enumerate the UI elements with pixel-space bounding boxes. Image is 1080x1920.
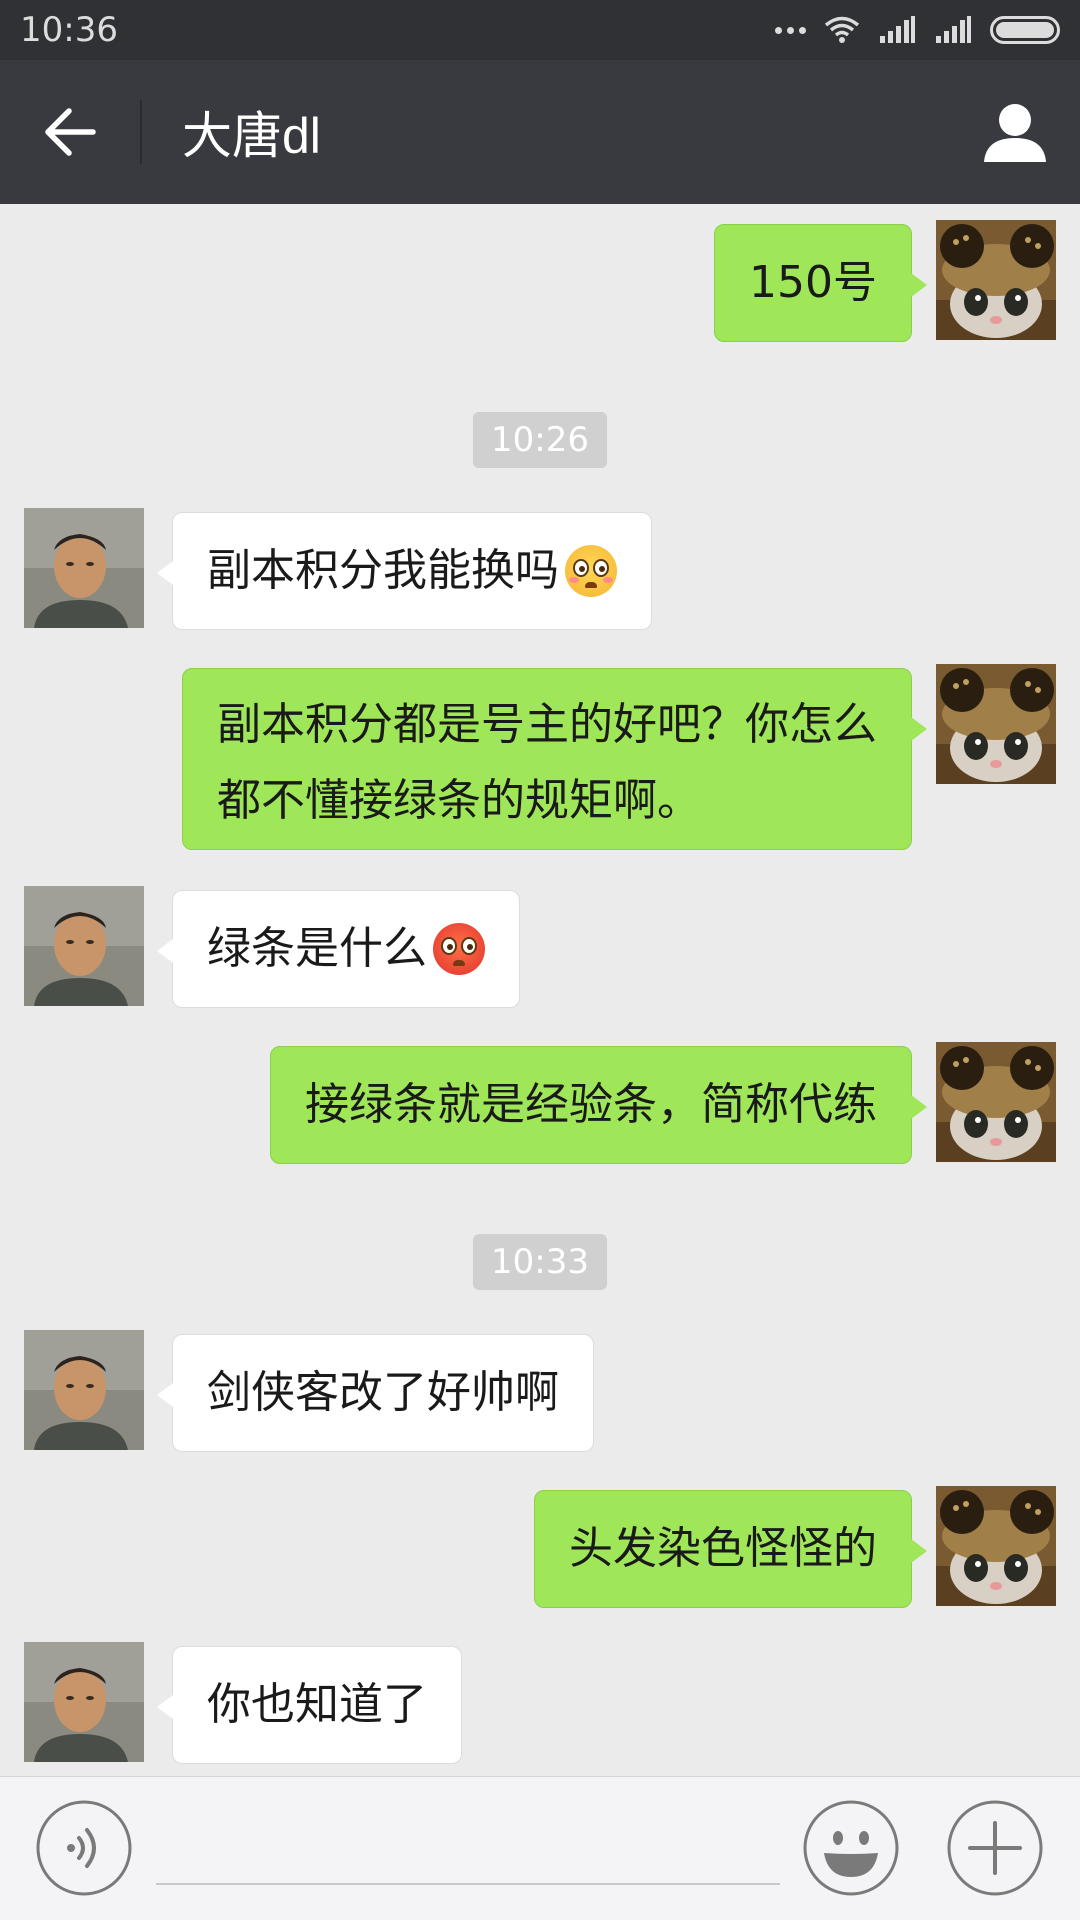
message-text: 150号 <box>749 257 877 308</box>
message-row: 150号 <box>0 220 1080 342</box>
timestamp-row: 10:26 <box>0 412 1080 472</box>
emoji-button[interactable] <box>802 1799 900 1897</box>
avatar[interactable] <box>24 508 144 628</box>
timestamp-row: 10:33 <box>0 1234 1080 1294</box>
status-bar: 10:36 <box>0 0 1080 60</box>
avatar[interactable] <box>936 1486 1056 1606</box>
cat-avatar-icon <box>936 220 1056 340</box>
avatar[interactable] <box>24 886 144 1006</box>
message-bubble[interactable]: 副本积分都是号主的好吧？你怎么 都不懂接绿条的规矩啊。 <box>182 668 927 850</box>
status-time: 10:36 <box>20 10 118 50</box>
person-photo-icon <box>24 1330 144 1450</box>
message-row: 剑侠客改了好帅啊 <box>0 1330 1080 1452</box>
cat-avatar-icon <box>936 1042 1056 1162</box>
input-bar <box>0 1776 1080 1920</box>
time-label: 10:26 <box>473 412 607 468</box>
message-list[interactable]: 150号 10:26 副本积分我能换吗 副本积分都是号主的好吧？你怎么 都不懂接… <box>0 204 1080 1776</box>
avatar[interactable] <box>936 220 1056 340</box>
battery-icon <box>990 16 1060 44</box>
nav-divider <box>140 100 142 164</box>
status-icons <box>775 16 1060 44</box>
back-arrow-icon <box>45 108 96 156</box>
more-dots-icon <box>775 26 806 34</box>
hot-face-icon <box>433 923 485 975</box>
message-bubble[interactable]: 剑侠客改了好帅啊 <box>157 1334 594 1452</box>
message-row: 副本积分都是号主的好吧？你怎么 都不懂接绿条的规矩啊。 <box>0 664 1080 850</box>
message-row: 头发染色怪怪的 <box>0 1486 1080 1608</box>
back-button[interactable] <box>0 60 140 204</box>
avatar[interactable] <box>936 1042 1056 1162</box>
flushed-face-icon <box>565 545 617 597</box>
wifi-icon <box>824 16 860 43</box>
plus-icon <box>947 1800 1043 1896</box>
message-text: 副本积分我能换吗 <box>207 545 559 596</box>
message-row: 你也知道了 <box>0 1642 1080 1764</box>
chat-title: 大唐dl <box>182 108 321 164</box>
message-text: 绿条是什么 <box>207 923 427 974</box>
signal-icon <box>936 16 971 43</box>
more-button[interactable] <box>946 1799 1044 1897</box>
smiley-icon <box>803 1800 899 1896</box>
message-text: 接绿条就是经验条，简称代练 <box>305 1079 877 1130</box>
message-bubble[interactable]: 你也知道了 <box>157 1646 462 1764</box>
avatar[interactable] <box>24 1642 144 1762</box>
message-text: 头发染色怪怪的 <box>569 1523 877 1574</box>
time-label: 10:33 <box>473 1234 607 1290</box>
person-photo-icon <box>24 886 144 1006</box>
avatar[interactable] <box>936 664 1056 784</box>
message-text-line: 都不懂接绿条的规矩啊。 <box>217 775 701 826</box>
message-bubble[interactable]: 150号 <box>714 224 927 342</box>
avatar[interactable] <box>24 1330 144 1450</box>
message-text: 你也知道了 <box>207 1679 427 1730</box>
message-input[interactable] <box>156 1801 780 1885</box>
person-photo-icon <box>24 508 144 628</box>
cat-avatar-icon <box>936 1486 1056 1606</box>
message-row: 接绿条就是经验条，简称代练 <box>0 1042 1080 1164</box>
signal-icon <box>880 16 915 43</box>
message-text: 剑侠客改了好帅啊 <box>207 1367 559 1418</box>
message-bubble[interactable]: 头发染色怪怪的 <box>534 1490 927 1608</box>
person-photo-icon <box>24 1642 144 1762</box>
chat-info-button[interactable] <box>950 60 1080 204</box>
message-bubble[interactable]: 接绿条就是经验条，简称代练 <box>270 1046 927 1164</box>
message-text-line: 副本积分都是号主的好吧？你怎么 <box>217 699 877 750</box>
message-row: 绿条是什么 <box>0 886 1080 1008</box>
person-icon <box>984 104 1046 162</box>
message-bubble[interactable]: 绿条是什么 <box>157 890 520 1008</box>
message-row: 副本积分我能换吗 <box>0 508 1080 630</box>
message-bubble[interactable]: 副本积分我能换吗 <box>157 512 652 630</box>
voice-icon <box>36 1800 132 1896</box>
voice-button[interactable] <box>35 1799 133 1897</box>
cat-avatar-icon <box>936 664 1056 784</box>
chat-header: 大唐dl <box>0 60 1080 204</box>
